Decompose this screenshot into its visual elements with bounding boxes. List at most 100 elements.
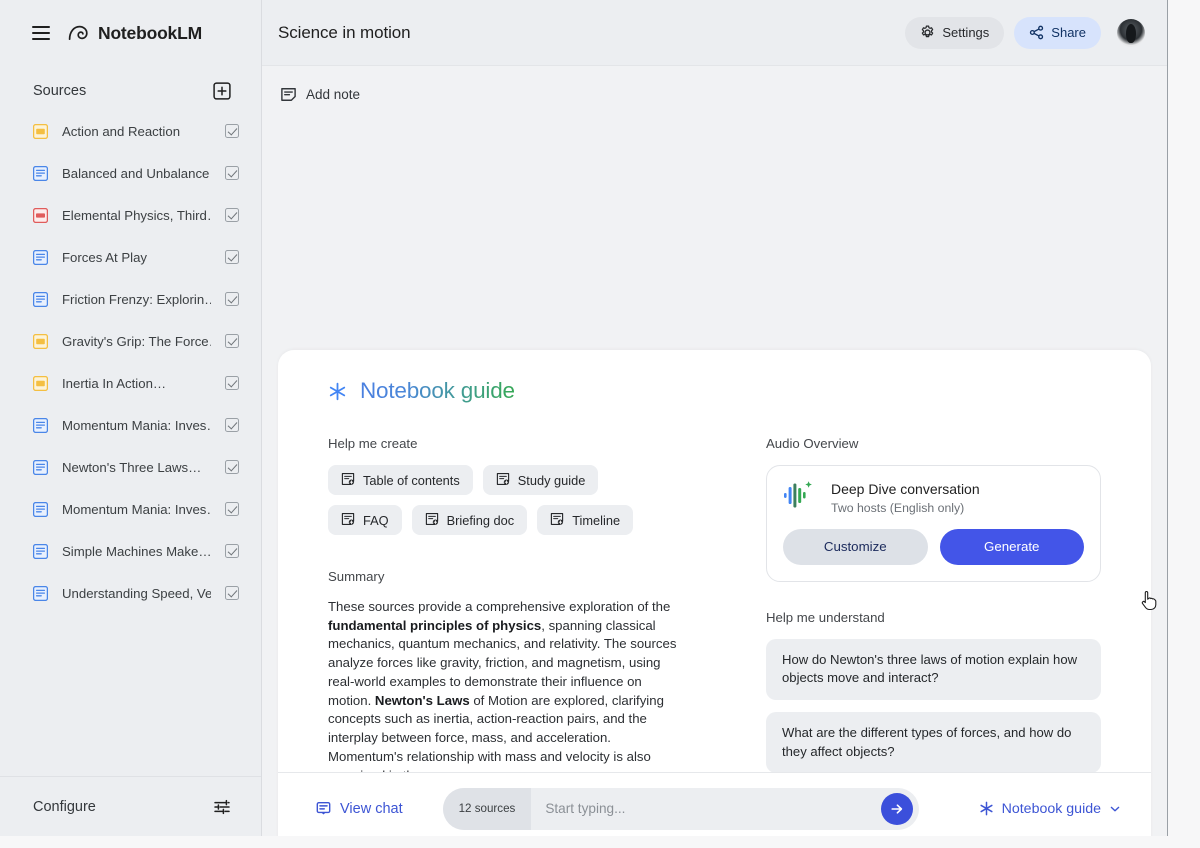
source-type-icon <box>32 165 49 181</box>
customize-button[interactable]: Customize <box>783 528 928 565</box>
create-chip[interactable]: Briefing doc <box>411 505 528 535</box>
sparkle-asterisk-icon <box>980 801 993 816</box>
source-checkbox[interactable] <box>225 460 239 474</box>
sidebar: NotebookLM Sources Action and Reaction B… <box>0 0 262 836</box>
hamburger-icon[interactable] <box>32 26 50 40</box>
suggested-question[interactable]: What are the different types of forces, … <box>766 712 1101 772</box>
add-note-bar[interactable]: Add note <box>262 66 1167 122</box>
source-item[interactable]: Action and Reaction <box>32 110 239 152</box>
tune-icon <box>214 799 230 814</box>
share-button[interactable]: Share <box>1014 16 1101 49</box>
source-checkbox[interactable] <box>225 376 239 390</box>
slides-file-icon <box>32 375 49 391</box>
settings-button[interactable]: Settings <box>905 16 1005 49</box>
sources-title: Sources <box>33 83 87 99</box>
notebooklm-app: NotebookLM Sources Action and Reaction B… <box>0 0 1168 836</box>
source-item[interactable]: Understanding Speed, Ve… <box>32 572 239 614</box>
source-checkbox[interactable] <box>225 250 239 264</box>
source-item[interactable]: Momentum Mania: Inves… <box>32 404 239 446</box>
source-checkbox[interactable] <box>225 292 239 306</box>
help-create-label: Help me create <box>328 436 418 451</box>
create-chip-label: FAQ <box>363 512 389 528</box>
source-checkbox[interactable] <box>225 166 239 180</box>
configure-row[interactable]: Configure <box>0 776 261 836</box>
source-item[interactable]: Inertia In Action… <box>32 362 239 404</box>
source-item[interactable]: Elemental Physics, Third… <box>32 194 239 236</box>
source-type-icon <box>32 375 49 391</box>
source-item[interactable]: Friction Frenzy: Explorin… <box>32 278 239 320</box>
audio-head: Deep Dive conversation Two hosts (Englis… <box>783 480 1084 515</box>
create-chip[interactable]: Study guide <box>482 465 599 495</box>
source-item[interactable]: Simple Machines Make… <box>32 530 239 572</box>
help-understand-label: Help me understand <box>766 609 885 625</box>
audio-overview-card: Deep Dive conversation Two hosts (Englis… <box>766 465 1101 582</box>
note-add-icon <box>341 472 355 489</box>
add-box-icon[interactable] <box>213 82 231 100</box>
chevron-down-icon <box>1110 806 1120 811</box>
doc-file-icon <box>32 291 49 307</box>
create-chip-label: Timeline <box>572 512 621 528</box>
source-type-icon <box>32 459 49 475</box>
audio-title: Deep Dive conversation <box>831 481 980 497</box>
sidebar-header: NotebookLM <box>0 0 261 66</box>
source-type-icon <box>32 543 49 559</box>
source-title: Friction Frenzy: Explorin… <box>62 291 211 307</box>
source-checkbox[interactable] <box>225 586 239 600</box>
pdf-file-icon <box>32 207 49 223</box>
audio-subtitle: Two hosts (English only) <box>831 500 965 515</box>
sources-count-pill[interactable]: 12 sources <box>442 787 532 830</box>
topbar: Science in motion Settings Share <box>262 0 1167 66</box>
note-add-icon <box>496 472 509 485</box>
brand[interactable]: NotebookLM <box>68 23 202 44</box>
source-type-icon <box>32 291 49 307</box>
source-title: Simple Machines Make… <box>62 543 211 559</box>
source-checkbox[interactable] <box>225 124 239 138</box>
create-chip[interactable]: Timeline <box>537 505 634 535</box>
share-label: Share <box>1051 25 1086 40</box>
arrow-right-icon <box>891 803 902 814</box>
source-type-icon <box>32 123 49 139</box>
source-checkbox[interactable] <box>225 334 239 348</box>
source-item[interactable]: Forces At Play <box>32 236 239 278</box>
summary-label: Summary <box>328 569 385 584</box>
note-add-icon <box>425 512 438 525</box>
view-chat-label: View chat <box>340 800 403 817</box>
source-checkbox[interactable] <box>225 208 239 222</box>
summary-text: These sources provide a comprehensive ex… <box>328 599 677 772</box>
topbar-actions: Settings Share <box>905 16 1145 49</box>
suggested-question[interactable]: How do Newton's three laws of motion exp… <box>766 638 1101 701</box>
source-checkbox[interactable] <box>225 418 239 432</box>
view-chat-button[interactable]: View chat <box>316 801 403 817</box>
note-add-icon <box>425 512 439 529</box>
source-item[interactable]: Balanced and Unbalance… <box>32 152 239 194</box>
summary-block: Summary These sources provide a comprehe… <box>328 569 720 772</box>
create-chip[interactable]: Table of contents <box>328 465 473 495</box>
notebook-guide-toggle[interactable]: Notebook guide <box>979 801 1121 817</box>
chat-list-icon <box>316 801 331 815</box>
guide-title-row: Notebook guide <box>328 378 1101 404</box>
configure-label: Configure <box>33 798 96 815</box>
share-icon <box>1030 25 1044 40</box>
source-item[interactable]: Gravity's Grip: The Force… <box>32 320 239 362</box>
guide-body: Notebook guide Help me create Table of c… <box>278 350 1151 772</box>
create-chip[interactable]: FAQ <box>328 505 402 535</box>
generate-button[interactable]: Generate <box>939 528 1084 565</box>
guide-left-column: Help me create Table of contents Study g… <box>328 436 720 772</box>
gear-icon <box>922 25 934 38</box>
source-type-icon <box>32 249 49 265</box>
source-type-icon <box>32 585 49 601</box>
guide-title: Notebook guide <box>360 378 515 403</box>
source-checkbox[interactable] <box>225 502 239 516</box>
source-item[interactable]: Newton's Three Laws… <box>32 446 239 488</box>
doc-file-icon <box>32 459 49 475</box>
add-note-label: Add note <box>306 86 361 102</box>
source-item[interactable]: Momentum Mania: Inves… <box>32 488 239 530</box>
source-title: Forces At Play <box>62 249 148 265</box>
notebook-guide-card: Notebook guide Help me create Table of c… <box>278 350 1151 836</box>
source-checkbox[interactable] <box>225 544 239 558</box>
avatar[interactable] <box>1117 18 1145 47</box>
note-add-icon <box>551 512 564 525</box>
chat-input[interactable] <box>531 801 881 816</box>
sources-header: Sources <box>0 66 261 110</box>
send-button[interactable] <box>880 792 913 825</box>
